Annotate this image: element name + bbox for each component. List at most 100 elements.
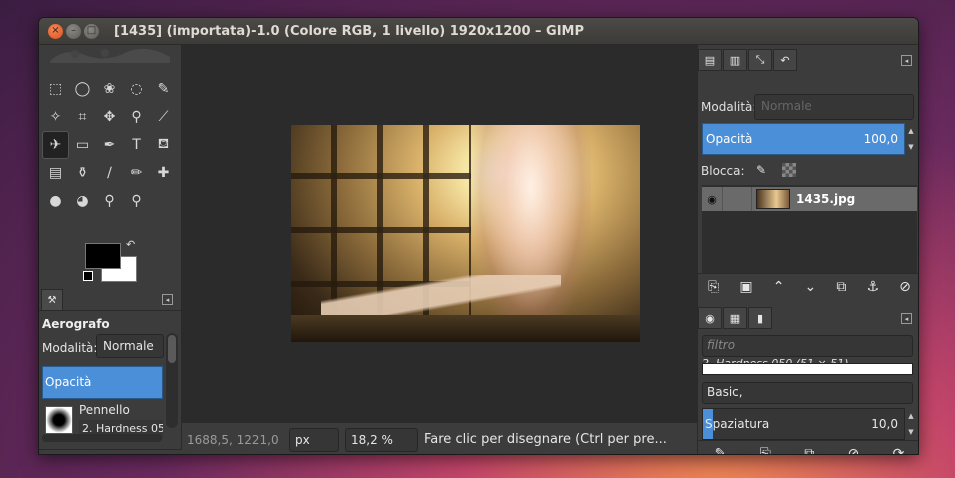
paths-icon[interactable]: ✎: [150, 75, 177, 103]
patterns-tab-icon[interactable]: ▦: [723, 307, 747, 329]
maximize-icon: □: [86, 25, 97, 36]
layer-buttons: ⎘ ▣ ⌃ ⌄ ⧉ ⚓ ⊘: [698, 273, 918, 299]
tool-opacity-slider[interactable]: Opacità: [42, 366, 163, 399]
magic-wand-icon[interactable]: ✧: [42, 103, 69, 131]
tool-options-menu-icon[interactable]: ◂: [162, 294, 173, 305]
smudge-icon[interactable]: ∕: [96, 159, 123, 187]
minimize-button[interactable]: –: [66, 23, 81, 39]
free-select-icon[interactable]: ❀: [96, 75, 123, 103]
layer-name[interactable]: 1435.jpg: [796, 192, 855, 206]
clone-icon[interactable]: ⚱: [69, 159, 96, 187]
color-picker-icon[interactable]: ⚲: [123, 103, 150, 131]
delete-brush-icon[interactable]: ⊘: [848, 446, 860, 455]
opacity-spinner[interactable]: ▲ ▼: [905, 123, 917, 155]
layer-mode-select[interactable]: Normale: [754, 94, 914, 120]
tool-options-hscrollbar[interactable]: [42, 434, 162, 442]
airbrush-icon[interactable]: ✈: [42, 131, 69, 159]
tool-options-tab[interactable]: ⚒: [41, 289, 63, 311]
gradient-icon[interactable]: ▤: [42, 159, 69, 187]
foreground-color-swatch[interactable]: [85, 243, 121, 269]
status-hint: Fare clic per disegnare (Ctrl per pre...: [424, 432, 667, 447]
title-bar[interactable]: × – □ [1435] (importata)-1.0 (Colore RGB…: [39, 18, 918, 45]
duplicate-brush-icon[interactable]: ⧉: [804, 446, 814, 455]
layers-tab-icon[interactable]: ▤: [698, 49, 722, 71]
fuzzy-select-icon[interactable]: ◌: [123, 75, 150, 103]
tool-options-tabbar: ⚒ ◂: [39, 289, 182, 311]
heal-icon[interactable]: ✚: [150, 159, 177, 187]
text-icon[interactable]: T: [123, 131, 150, 159]
tool-options-vscrollbar[interactable]: [166, 333, 178, 428]
image-canvas[interactable]: [182, 45, 697, 423]
pencil-icon[interactable]: ✏: [123, 159, 150, 187]
ink-icon[interactable]: ✒: [96, 131, 123, 159]
move-icon[interactable]: ✥: [96, 103, 123, 131]
eraser-icon[interactable]: ▭: [69, 131, 96, 159]
spacing-label: Spaziatura: [705, 417, 770, 431]
layer-mode-label: Modalità:: [701, 100, 757, 114]
new-group-icon[interactable]: ▣: [739, 279, 752, 295]
dodge-burn-icon[interactable]: ●: [42, 187, 69, 215]
lock-label: Blocca:: [701, 164, 745, 178]
brush-spacing-slider[interactable]: Spaziatura 10,0: [702, 408, 905, 440]
status-bar: 1688,5, 1221,0 px 18,2 % Fare clic per d…: [182, 423, 697, 454]
layer-opacity-label: Opacità: [706, 132, 753, 146]
blur-icon[interactable]: ◕: [69, 187, 96, 215]
spacing-spinner[interactable]: ▲ ▼: [905, 408, 917, 440]
tool-grid: ⬚ ◯ ❀ ◌ ✎ ✧ ⌗ ✥ ⚲ ⟋ ✈ ▭ ✒ T ⛾ ▤ ⚱ ∕ ✏ ✚ ● ◕ ⚲ ⚲: [42, 75, 177, 215]
brush-tag-select[interactable]: Basic,: [702, 382, 913, 404]
raise-layer-icon[interactable]: ⌃: [773, 279, 785, 295]
tool-opacity-label: Opacità: [45, 375, 92, 389]
tool-options-title: Aerografo: [42, 317, 110, 331]
paintbrush-icon[interactable]: ⟋: [150, 103, 177, 131]
wilber-drop-zone-icon[interactable]: [45, 47, 175, 63]
duplicate-layer-icon[interactable]: ⧉: [836, 279, 846, 295]
brushes-panel-menu-icon[interactable]: ◂: [901, 313, 912, 324]
gradients-tab-icon[interactable]: ▮: [748, 307, 772, 329]
swap-colors-icon[interactable]: ↶: [126, 238, 135, 251]
tool-brush-preview[interactable]: [45, 406, 73, 434]
brush-buttons: ✎ ⎘ ⧉ ⊘ ⟳: [698, 440, 918, 455]
channels-tab-icon[interactable]: ▥: [723, 49, 747, 71]
crop-icon[interactable]: ⌗: [69, 103, 96, 131]
color-area[interactable]: ↶: [81, 238, 141, 286]
close-button[interactable]: ×: [48, 23, 63, 39]
maximize-button[interactable]: □: [84, 23, 99, 39]
new-layer-icon[interactable]: ⎘: [708, 279, 719, 295]
unit-select[interactable]: px: [289, 427, 339, 452]
lock-alpha-icon[interactable]: [782, 163, 796, 177]
layer-thumbnail: [756, 189, 790, 209]
anchor-layer-icon[interactable]: ⚓: [867, 279, 880, 295]
ellipse-select-icon[interactable]: ◯: [69, 75, 96, 103]
edit-brush-icon[interactable]: ✎: [715, 446, 727, 455]
layer-row[interactable]: ◉ 1435.jpg: [702, 187, 917, 211]
measure-icon[interactable]: ⚲: [123, 187, 150, 215]
tool-mode-select[interactable]: Normale: [96, 334, 164, 358]
rect-select-icon[interactable]: ⬚: [42, 75, 69, 103]
layers-panel-menu-icon[interactable]: ◂: [901, 55, 912, 66]
bucket-fill-icon[interactable]: ⛾: [150, 131, 177, 159]
lower-layer-icon[interactable]: ⌄: [805, 279, 817, 295]
brushes-dock-tabs: ◉ ▦ ▮: [698, 307, 773, 329]
layers-dock-tabs: ▤ ▥ ⤡ ↶: [698, 49, 798, 71]
new-brush-icon[interactable]: ⎘: [760, 446, 771, 455]
scroll-thumb[interactable]: [168, 335, 176, 363]
brushes-tab-icon[interactable]: ◉: [698, 307, 722, 329]
lock-pixels-icon[interactable]: ✎: [756, 163, 766, 177]
zoom-select[interactable]: 18,2 %: [345, 427, 418, 452]
visibility-eye-icon[interactable]: ◉: [702, 193, 722, 206]
layer-opacity-value: 100,0: [863, 132, 898, 146]
image-photo[interactable]: [291, 125, 640, 342]
delete-layer-icon[interactable]: ⊘: [899, 279, 911, 295]
brush-grid[interactable]: [702, 363, 913, 375]
layer-chain-toggle[interactable]: [722, 187, 752, 211]
undo-tab-icon[interactable]: ↶: [773, 49, 797, 71]
tool-options-tab-icon: ⚒: [47, 294, 57, 306]
layer-opacity-slider[interactable]: Opacità 100,0: [702, 123, 905, 155]
default-colors-icon[interactable]: [83, 271, 93, 281]
brush-filter-input[interactable]: filtro: [702, 335, 913, 357]
paths-tab-icon[interactable]: ⤡: [748, 49, 772, 71]
zoom-icon[interactable]: ⚲: [96, 187, 123, 215]
right-dock: ▤ ▥ ⤡ ↶ ◂ Modalità: Normale Opacità 100,0 B…: [697, 45, 918, 455]
pointer-coords: 1688,5, 1221,0: [187, 432, 279, 447]
refresh-brushes-icon[interactable]: ⟳: [893, 446, 905, 455]
